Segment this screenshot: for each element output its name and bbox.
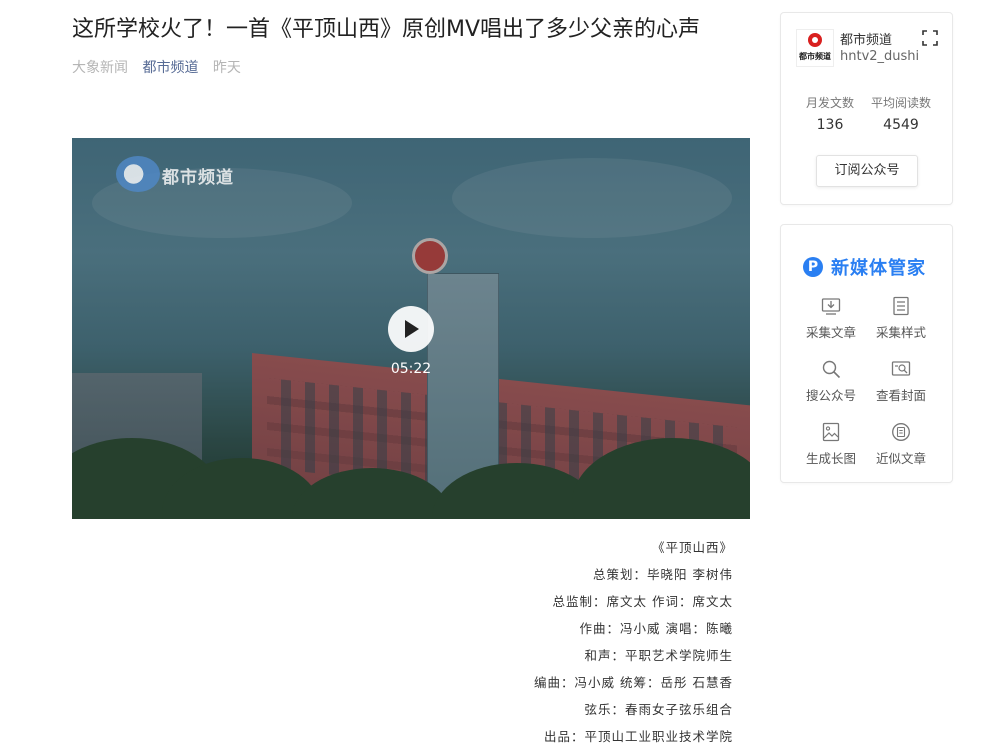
- image-icon: [822, 422, 840, 442]
- tool-label: 生成长图: [805, 451, 856, 466]
- image-search-icon: [891, 361, 911, 376]
- account-card: 都市频道 都市频道 hntv2_dushi 月发文数 136 平均阅读数 454…: [780, 12, 953, 205]
- tool-label: 查看封面: [875, 388, 926, 403]
- article-title: 这所学校火了！一首《平顶山西》原创MV唱出了多少父亲的心声: [72, 17, 701, 42]
- channel-logo-text: 都市频道: [162, 168, 234, 188]
- tool-similar-articles[interactable]: 近似文章: [866, 422, 936, 467]
- tool-collect-article[interactable]: 采集文章: [796, 296, 866, 341]
- account-id: hntv2_dushi: [840, 49, 920, 64]
- credit-line: 编曲：冯小威 统筹：岳彤 石慧香: [534, 675, 733, 690]
- stat-label: 月发文数: [805, 96, 854, 110]
- tool-label: 近似文章: [875, 451, 926, 466]
- credit-line: 《平顶山西》: [651, 540, 733, 555]
- tool-view-cover[interactable]: 查看封面: [866, 359, 936, 404]
- avatar-text: 都市频道: [799, 52, 831, 61]
- video-player[interactable]: 都市频道 05:22: [72, 138, 750, 519]
- credit-line: 总策划：毕晓阳 李树伟: [593, 567, 733, 582]
- stat-value: 4549: [883, 117, 919, 133]
- expand-icon[interactable]: [922, 30, 938, 46]
- article-account-link[interactable]: 都市频道: [142, 60, 198, 76]
- tool-label: 采集样式: [875, 325, 926, 340]
- tool-search-account[interactable]: 搜公众号: [796, 359, 866, 404]
- avatar-logo-icon: [808, 33, 822, 47]
- search-icon: [822, 360, 841, 379]
- channel-logo-icon: [116, 156, 160, 192]
- tool-label: 采集文章: [805, 325, 856, 340]
- stat-value: 136: [816, 117, 844, 133]
- subscribe-button[interactable]: 订阅公众号: [816, 155, 918, 187]
- credit-line: 和声：平职艺术学院师生: [584, 648, 733, 663]
- tools-card: P 新媒体管家 采集文章 采集样式 搜公众号 查看封面 生成长图 近似文章: [780, 224, 953, 483]
- credit-line: 弦乐：春雨女子弦乐组合: [584, 702, 733, 717]
- brand-logo-icon: P: [803, 257, 823, 277]
- credit-line: 总监制：席文太 作词：席文太: [552, 594, 733, 609]
- document-icon: [893, 296, 909, 316]
- account-name[interactable]: 都市频道: [840, 29, 892, 48]
- video-duration: 05:22: [390, 361, 432, 377]
- stat-avg-reads: 平均阅读数 4549: [866, 95, 936, 133]
- play-icon: [405, 320, 419, 338]
- article-meta: 大象新闻 都市频道 昨天: [72, 58, 251, 78]
- tool-collect-style[interactable]: 采集样式: [866, 296, 936, 341]
- stat-monthly-posts: 月发文数 136: [795, 95, 865, 133]
- tool-long-image[interactable]: 生成长图: [796, 422, 866, 467]
- brand: P 新媒体管家: [803, 254, 926, 280]
- download-icon: [821, 298, 841, 315]
- brand-name: 新媒体管家: [831, 258, 926, 279]
- account-avatar[interactable]: 都市频道: [796, 29, 834, 67]
- similar-article-icon: [892, 423, 910, 441]
- credit-line: 作曲：冯小威 演唱：陈曦: [579, 621, 733, 636]
- article-source: 大象新闻: [72, 60, 128, 76]
- play-button[interactable]: [388, 306, 434, 352]
- stat-label: 平均阅读数: [870, 96, 931, 110]
- tool-label: 搜公众号: [805, 388, 856, 403]
- article-time: 昨天: [212, 60, 241, 76]
- credits-list: 《平顶山西》总策划：毕晓阳 李树伟总监制：席文太 作词：席文太作曲：冯小威 演唱…: [72, 534, 733, 750]
